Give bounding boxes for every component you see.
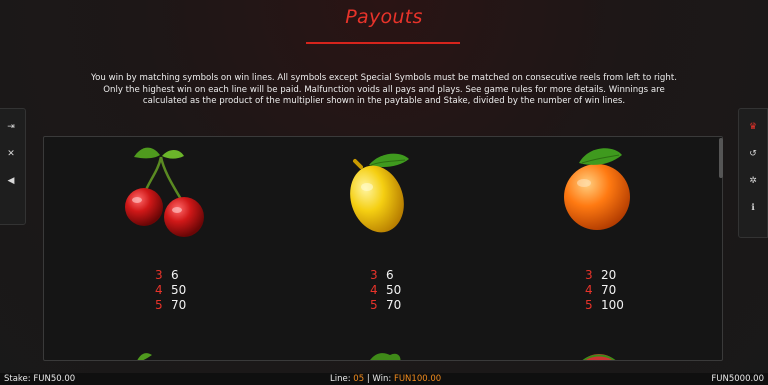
right-toolbar: ♛ ↺ ✲ ℹ [738, 108, 768, 238]
history-icon[interactable]: ↺ [743, 144, 763, 164]
pay-row: 4 50 [370, 283, 402, 297]
scrollbar-thumb[interactable] [719, 138, 723, 178]
trophy-icon[interactable]: ♛ [743, 117, 763, 137]
rules-text: You win by matching symbols on win lines… [91, 73, 677, 106]
watermelon-icon [582, 354, 616, 360]
orange-icon [564, 148, 630, 230]
cherry-icon [125, 147, 204, 237]
balance-display: FUN5000.00 [711, 374, 764, 384]
lemon-icon [350, 153, 409, 233]
pay-row: 36 [155, 268, 179, 282]
pay-row: 3 20 [585, 268, 617, 282]
stake-display: Stake: FUN50.00 [4, 374, 76, 384]
exit-icon[interactable]: ⇥ [1, 117, 21, 137]
pay-row: 5 70 [370, 298, 402, 312]
info-icon[interactable]: ℹ [743, 198, 763, 218]
sound-icon[interactable]: ◀ [1, 171, 21, 191]
pay-row: 4 50 [155, 283, 187, 297]
pay-row: 5 100 [585, 298, 624, 312]
paytable-panel[interactable]: 36 4 50 5 70 36 450 5 70 3 20 4 70 5 100 [43, 136, 723, 361]
title-underline [306, 42, 460, 44]
leaf-icon [370, 353, 401, 360]
pay-row: 36 [370, 268, 394, 282]
pay-row: 5 70 [155, 298, 187, 312]
status-bar: Stake: FUN50.00 Line: 05 | Win: FUN100.0… [0, 373, 768, 385]
close-icon[interactable]: ✕ [1, 144, 21, 164]
settings-icon[interactable]: ✲ [743, 171, 763, 191]
pay-row: 4 70 [585, 283, 617, 297]
page-title: Payouts [345, 6, 423, 28]
line-win-display: Line: 05 | Win: FUN100.00 [330, 374, 442, 384]
left-toolbar: ⇥ ✕ ◀ [0, 108, 26, 225]
leaf-icon [137, 353, 152, 360]
